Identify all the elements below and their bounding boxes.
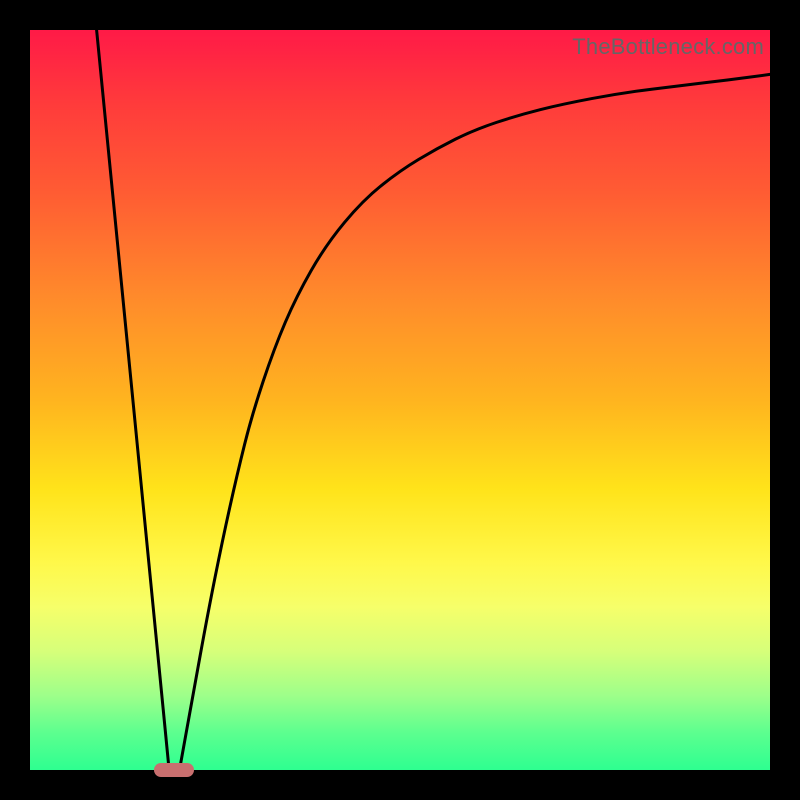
chart-frame: TheBottleneck.com: [0, 0, 800, 800]
bottleneck-curve: [30, 30, 770, 770]
minimum-marker: [154, 763, 194, 777]
curve-path: [97, 30, 770, 770]
plot-area: TheBottleneck.com: [30, 30, 770, 770]
